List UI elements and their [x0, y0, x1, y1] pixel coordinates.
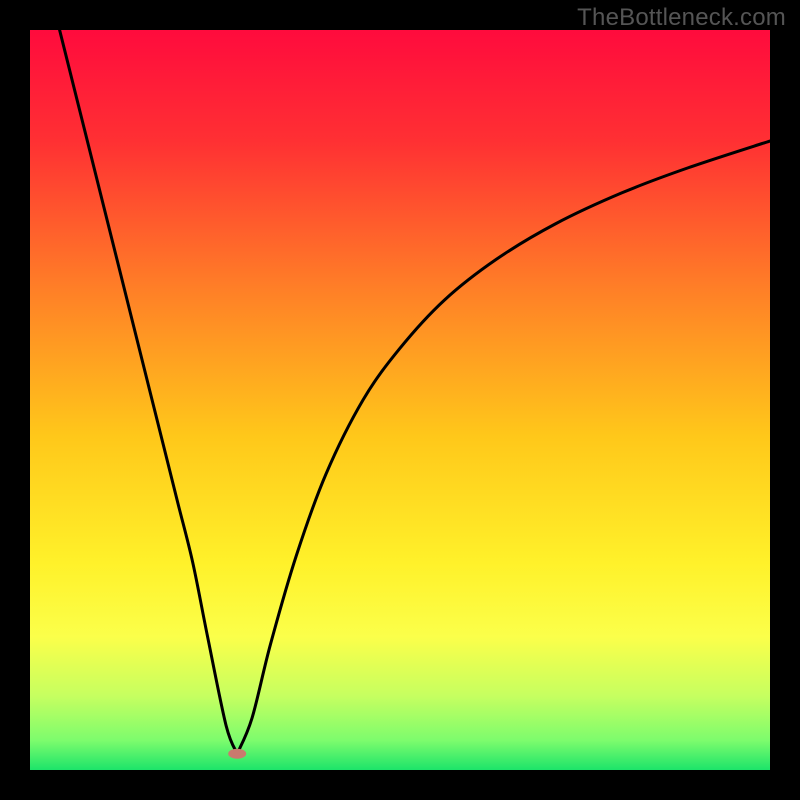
watermark-text: TheBottleneck.com — [577, 4, 786, 32]
chart-canvas — [30, 30, 770, 770]
chart-background — [30, 30, 770, 770]
minimum-marker — [228, 749, 246, 759]
chart-frame: TheBottleneck.com — [0, 0, 800, 800]
plot-area — [30, 30, 770, 770]
